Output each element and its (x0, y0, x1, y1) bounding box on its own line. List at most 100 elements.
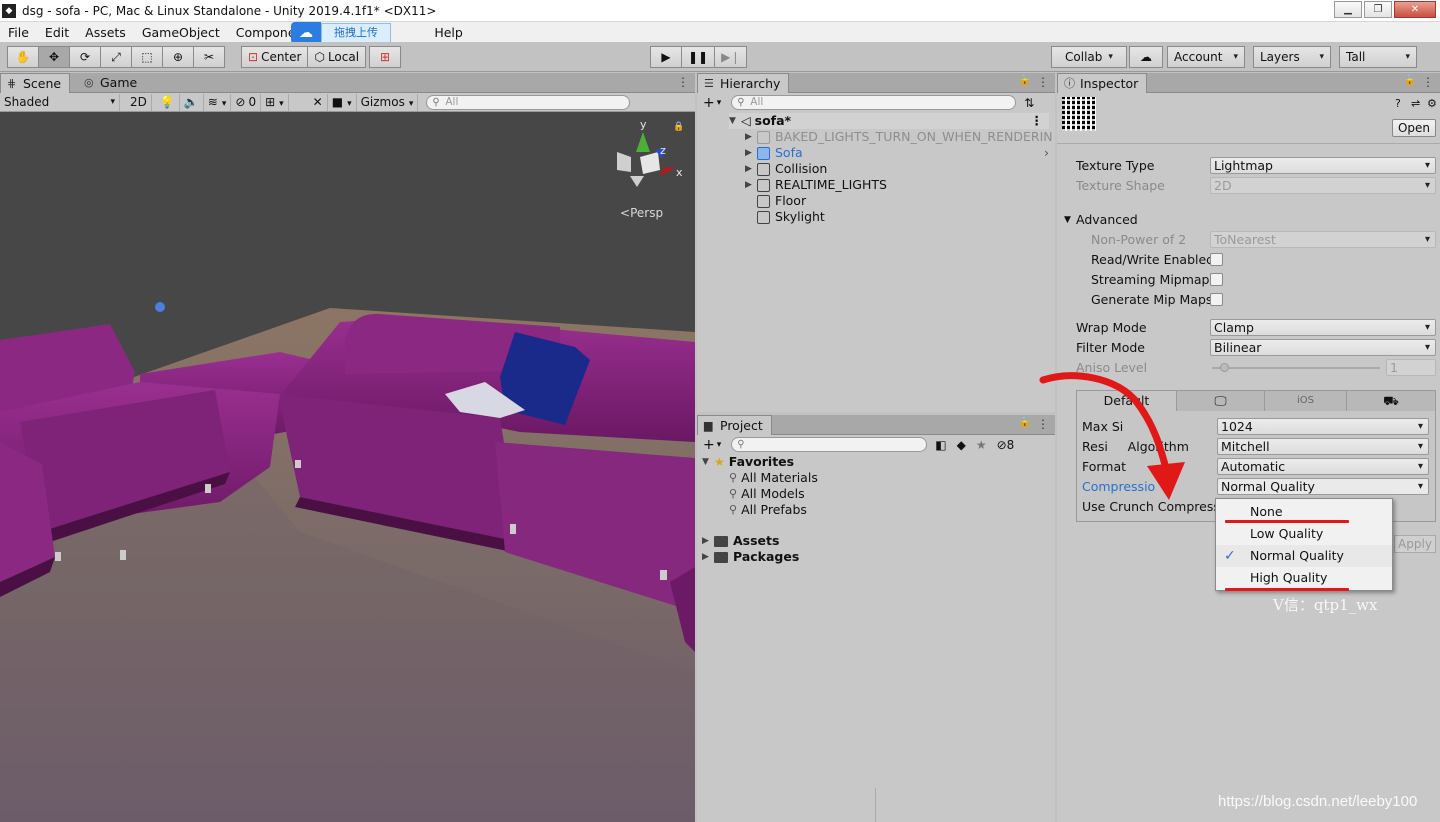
scene-menu-icon[interactable]: ⋮ (1031, 113, 1044, 129)
effects-toggle-icon[interactable]: ≋ (204, 93, 232, 111)
cloud-services-icon[interactable]: ☁ (1129, 46, 1163, 68)
panel-menu-icon[interactable]: ⋮ (677, 75, 689, 89)
menu-gameobject[interactable]: GameObject (134, 25, 228, 40)
close-button[interactable]: ✕ (1394, 1, 1436, 18)
lock-icon[interactable]: 🔒 (1404, 75, 1416, 86)
texture-type-dropdown[interactable]: Lightmap (1210, 157, 1436, 174)
option-low-quality[interactable]: Low Quality (1216, 523, 1392, 545)
pause-button[interactable]: ❚❚ (681, 46, 716, 68)
tab-scene[interactable]: ⋕ Scene (0, 73, 71, 93)
step-button[interactable]: ▶❘ (714, 46, 748, 68)
snap-grid-icon[interactable]: ⊞ (369, 46, 402, 68)
create-plus-icon[interactable]: + (703, 95, 715, 111)
hierarchy-item[interactable]: ▶ BAKED_LIGHTS_TURN_ON_WHEN_RENDERIN (745, 129, 1053, 145)
project-splitter[interactable] (875, 788, 876, 822)
option-normal-quality[interactable]: ✓ Normal Quality (1216, 545, 1392, 567)
minimize-button[interactable]: ▁ (1334, 1, 1362, 18)
persp-toggle[interactable]: <Persp (620, 206, 663, 220)
gizmos-dropdown[interactable]: Gizmos (357, 93, 419, 111)
open-button[interactable]: Open (1392, 119, 1436, 137)
menu-file[interactable]: File (0, 25, 37, 40)
chevron-right-icon[interactable]: › (1044, 145, 1049, 161)
expand-arrow-icon[interactable]: ▶ (745, 129, 757, 145)
hierarchy-item[interactable]: Skylight (757, 209, 825, 225)
rotate-tool-icon[interactable]: ⟳ (69, 46, 101, 68)
account-dropdown[interactable]: Account (1167, 46, 1245, 68)
hierarchy-item[interactable]: ▶ Sofa › (745, 145, 1053, 161)
pivot-local-button[interactable]: ⬡ Local (307, 46, 367, 68)
shading-mode-dropdown[interactable]: Shaded (0, 93, 120, 111)
tab-project[interactable]: ▆ Project (697, 415, 772, 435)
scene-viewport[interactable]: y z x 🔒 <Persp (0, 112, 695, 822)
expand-arrow-icon[interactable]: ▶ (745, 177, 757, 193)
format-dropdown[interactable]: Automatic (1217, 458, 1429, 475)
panel-menu-icon[interactable]: ⋮ (1422, 75, 1434, 89)
collab-dropdown[interactable]: Collab (1051, 46, 1127, 68)
help-icon[interactable]: ? (1395, 97, 1401, 110)
advanced-foldout[interactable]: ▼ Advanced (1057, 210, 1440, 230)
settings-gear-icon[interactable]: ⚙ (1427, 97, 1437, 110)
play-button[interactable]: ▶ (650, 46, 682, 68)
expand-arrow-icon[interactable]: ▶ (745, 161, 757, 177)
menu-help[interactable]: Help (426, 25, 471, 40)
filter-mode-dropdown[interactable]: Bilinear (1210, 339, 1436, 356)
option-high-quality[interactable]: High Quality (1216, 567, 1392, 589)
camera-icon[interactable]: ■ (328, 93, 357, 111)
scene-search-input[interactable]: All (426, 94, 631, 110)
gen-mip-checkbox[interactable] (1210, 293, 1223, 306)
assets-folder-row[interactable]: ▶ Assets (702, 533, 779, 549)
audio-toggle-icon[interactable]: 🔈 (180, 93, 204, 111)
scale-tool-icon[interactable]: ⤢ (100, 46, 132, 68)
hierarchy-item[interactable]: ▶ Collision (745, 161, 827, 177)
tools-icon[interactable]: ✕ (309, 93, 328, 111)
restore-button[interactable]: ❐ (1364, 1, 1392, 18)
filter-label-icon[interactable]: ◆ (957, 438, 966, 452)
apply-button[interactable]: Apply (1394, 535, 1436, 553)
foldout-arrow-icon[interactable]: ▼ (1064, 210, 1071, 230)
create-plus-icon[interactable]: + (703, 437, 715, 453)
packages-folder-row[interactable]: ▶ Packages (702, 549, 799, 565)
menu-edit[interactable]: Edit (37, 25, 77, 40)
hierarchy-item[interactable]: Floor (757, 193, 806, 209)
wrap-mode-dropdown[interactable]: Clamp (1210, 319, 1436, 336)
scene-root-row[interactable]: ▼ ◁ sofa* ⋮ (729, 113, 1049, 129)
hidden-objects-toggle[interactable]: ⊘ 0 (231, 93, 262, 111)
expand-arrow-icon[interactable]: ▶ (745, 145, 757, 161)
platform-tab-ios[interactable]: iOS (1265, 391, 1347, 411)
compression-dropdown[interactable]: Normal Quality (1217, 478, 1429, 495)
favorite-item[interactable]: ⚲ All Models (729, 486, 805, 502)
project-search-input[interactable] (731, 437, 928, 452)
create-dropdown-icon[interactable]: ▾ (717, 440, 722, 450)
2d-toggle[interactable]: 2D (126, 93, 152, 111)
move-tool-icon[interactable]: ✥ (38, 46, 70, 68)
tab-hierarchy[interactable]: ☰ Hierarchy (697, 73, 790, 93)
streaming-checkbox[interactable] (1210, 273, 1223, 286)
sort-icon[interactable]: ⇅ (1024, 96, 1034, 110)
tab-inspector[interactable]: ⓘ Inspector (1057, 73, 1148, 93)
custom-tool-icon[interactable]: ✂ (193, 46, 225, 68)
favorites-row[interactable]: ▼ ★ Favorites (702, 454, 794, 470)
menu-assets[interactable]: Assets (77, 25, 134, 40)
expand-arrow-icon[interactable]: ▶ (702, 549, 714, 565)
tab-game[interactable]: ◎ Game (78, 73, 145, 93)
baidu-upload-overlay[interactable]: ☁ 拖拽上传 (291, 22, 391, 44)
hierarchy-item[interactable]: ▶ REALTIME_LIGHTS (745, 177, 887, 193)
lighting-toggle-icon[interactable]: 💡 (156, 93, 180, 111)
layers-dropdown[interactable]: Layers (1253, 46, 1331, 68)
hand-tool-icon[interactable]: ✋ (7, 46, 39, 68)
favorite-item[interactable]: ⚲ All Prefabs (729, 502, 807, 518)
favorite-star-icon[interactable]: ★ (976, 438, 987, 452)
create-dropdown-icon[interactable]: ▾ (717, 98, 722, 108)
hierarchy-search-input[interactable]: All (731, 95, 1017, 110)
rect-tool-icon[interactable]: ⬚ (131, 46, 163, 68)
gizmo-lock-icon[interactable]: 🔒 (673, 122, 684, 132)
pivot-center-button[interactable]: ⊡ Center (241, 46, 309, 68)
expand-arrow-icon[interactable]: ▶ (702, 533, 714, 549)
favorite-item[interactable]: ⚲ All Materials (729, 470, 818, 486)
grid-toggle-icon[interactable]: ⊞ (261, 93, 289, 111)
max-size-dropdown[interactable]: 1024 (1217, 418, 1429, 435)
transform-tool-icon[interactable]: ⊕ (162, 46, 194, 68)
expand-arrow-icon[interactable]: ▼ (729, 113, 741, 129)
preset-icon[interactable]: ⇌ (1411, 97, 1420, 110)
read-write-checkbox[interactable] (1210, 253, 1223, 266)
